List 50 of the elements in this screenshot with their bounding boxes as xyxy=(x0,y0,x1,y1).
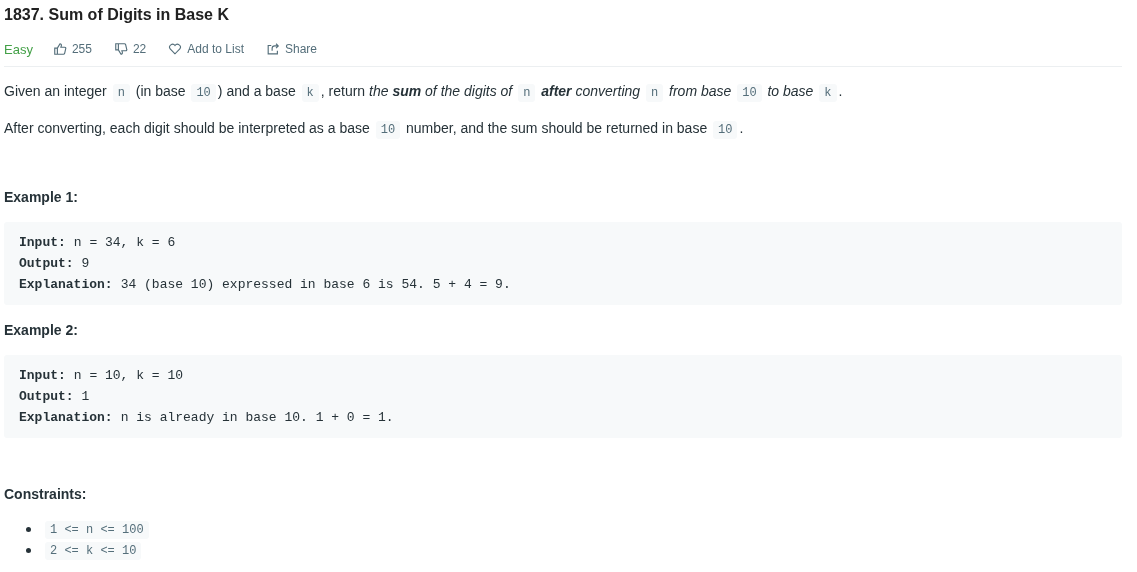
example-value: 34 (base 10) expressed in base 6 is 54. 5 + 4 = 9. xyxy=(120,277,511,292)
inline-code: k xyxy=(819,84,837,102)
paragraph-text: Given an integer xyxy=(4,83,108,99)
paragraph-text: . xyxy=(739,120,744,136)
paragraph-text: number, and the sum should be returned in base xyxy=(404,120,709,136)
italic-text: after converting xyxy=(540,83,642,99)
thumbs-down-icon xyxy=(113,42,128,56)
inline-code: n xyxy=(518,84,536,102)
paragraph-text: ) and a base xyxy=(217,83,297,99)
paragraph-text: , return xyxy=(320,83,367,99)
bullet-icon xyxy=(26,548,31,553)
example-value: n = 34, k = 6 xyxy=(73,235,176,250)
example-heading: Example 1: xyxy=(4,189,79,205)
paragraph-text: (in base xyxy=(134,83,187,99)
example-value: 1 xyxy=(81,389,90,404)
inline-code: 2 <= k <= 10 xyxy=(45,541,142,560)
inline-code: k xyxy=(301,84,319,102)
inline-code: 1 <= n <= 100 xyxy=(45,520,149,539)
like-button[interactable]: 255 xyxy=(52,42,92,56)
dislike-button[interactable]: 22 xyxy=(113,42,147,56)
italic-text: the sum of the digits of xyxy=(369,83,515,99)
example-value: n is already in base 10. 1 + 0 = 1. xyxy=(120,410,394,425)
add-to-list-button[interactable]: Add to List xyxy=(168,42,244,56)
inline-code: n xyxy=(112,84,130,102)
example-label: Explanation: xyxy=(19,277,113,292)
example-value: 9 xyxy=(81,256,90,271)
inline-code: 10 xyxy=(191,84,216,102)
inline-code: 10 xyxy=(737,84,762,102)
italic-text: to base xyxy=(766,83,815,99)
share-icon xyxy=(266,42,280,56)
example-label: Output: xyxy=(19,256,74,271)
inline-code: n xyxy=(645,84,664,102)
example-label: Input: xyxy=(19,368,66,383)
problem-title: 1837. Sum of Digits in Base K xyxy=(4,5,230,25)
bullet-icon xyxy=(26,527,31,532)
example-label: Explanation: xyxy=(19,410,113,425)
inline-code: 10 xyxy=(375,121,401,139)
paragraph-text: . xyxy=(838,83,843,99)
inline-code: 10 xyxy=(713,121,738,139)
thumbs-up-icon xyxy=(52,42,67,56)
example-heading: Example 2: xyxy=(4,322,79,338)
paragraph-text: After converting, each digit should be interpreted as a base xyxy=(4,120,371,136)
example-value: n = 10, k = 10 xyxy=(73,368,184,383)
italic-text: from base xyxy=(668,83,733,99)
heart-icon xyxy=(168,42,183,56)
constraints-heading: Constraints: xyxy=(4,486,88,502)
share-button[interactable]: Share xyxy=(266,42,318,56)
difficulty-label: Easy xyxy=(4,41,33,57)
example-label: Input: xyxy=(19,235,66,250)
example-label: Output: xyxy=(19,389,74,404)
